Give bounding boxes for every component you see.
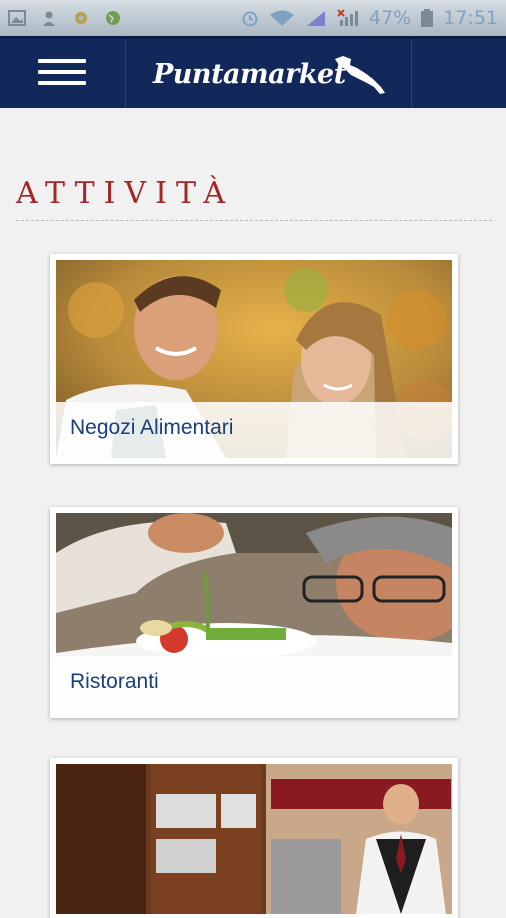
main-content: ATTIVITÀ Negozi Alimentari Ristoranti — [0, 108, 506, 918]
alarm-icon — [242, 11, 258, 27]
menu-button[interactable] — [38, 59, 86, 89]
bar-bartender-photo — [56, 764, 452, 914]
app-header: Puntamarket — [0, 36, 506, 108]
battery-level: 47% — [369, 7, 412, 29]
globe-icon — [106, 11, 120, 25]
status-bar: 47% 17:51 — [0, 0, 506, 36]
category-card-negozi-alimentari[interactable]: Negozi Alimentari — [50, 254, 458, 464]
card-label: Ristoranti — [56, 656, 452, 712]
card-photo: Ristoranti — [56, 513, 452, 712]
nav-separator — [411, 39, 412, 108]
gallery-icon — [8, 10, 26, 26]
category-card-bar[interactable] — [50, 758, 458, 918]
card-label: Negozi Alimentari — [56, 402, 452, 458]
wifi-icon — [270, 10, 294, 26]
signal-icon — [307, 11, 325, 26]
section-title: ATTIVITÀ — [16, 176, 235, 211]
no-signal-icon — [337, 9, 358, 26]
battery-icon — [421, 9, 434, 27]
hamburger-icon — [38, 59, 86, 63]
category-card-ristoranti[interactable]: Ristoranti — [50, 507, 458, 718]
app-logo: Puntamarket — [153, 51, 385, 101]
nav-separator — [125, 39, 126, 108]
section-divider — [16, 220, 492, 221]
clock-time: 17:51 — [443, 7, 498, 29]
settings-cog-icon — [75, 12, 87, 24]
card-photo: Negozi Alimentari — [56, 260, 452, 458]
puglia-map-icon — [335, 56, 385, 94]
contact-icon — [43, 11, 55, 26]
card-photo — [56, 764, 452, 914]
